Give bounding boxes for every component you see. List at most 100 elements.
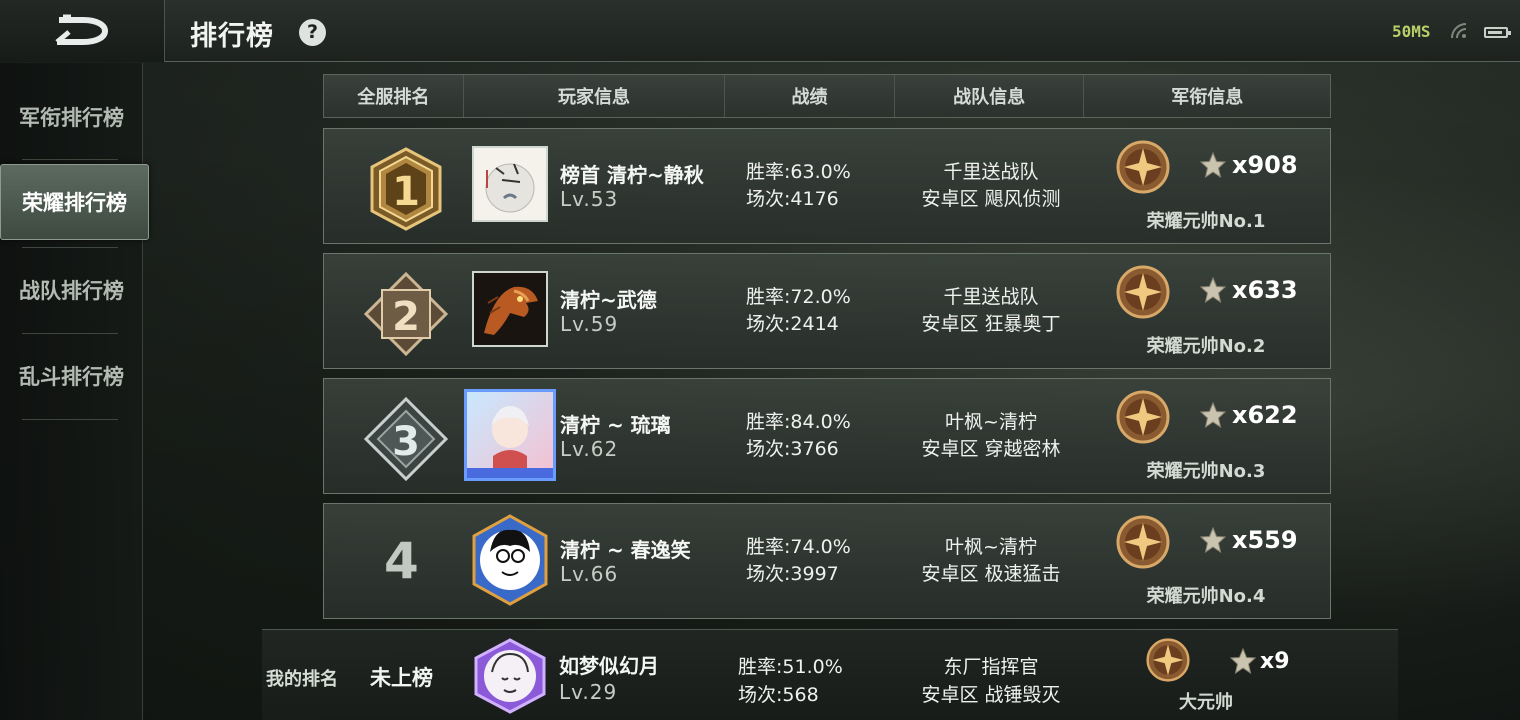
my-rank-value: 未上榜 [370,666,433,690]
my-rank-row: 我的排名 未上榜 如梦似幻月 Lv.29 胜率:51.0% 场次:568 东厂指… [262,629,1398,720]
my-games-count: 场次:568 [738,684,819,706]
military-emblem-icon [1146,638,1190,682]
team-name[interactable]: 叶枫~清柠 [894,532,1088,559]
table-row[interactable]: 2 清柠~武德 Lv.59 胜率:72.0% 场次:2414 千里送战队 安卓区… [323,253,1331,369]
divider [22,247,118,248]
ping-readout: 50MS [1392,22,1431,41]
star-count-value: x908 [1232,151,1298,179]
player-name: 清柠 ~ 琉璃 [560,413,671,437]
military-emblem-icon [1116,140,1170,194]
military-emblem-icon [1116,515,1170,569]
team-name[interactable]: 千里送战队 [894,157,1088,184]
star-icon [1200,527,1226,553]
help-button[interactable]: ? [299,19,326,46]
sidebar-item-rank[interactable]: 军衔排行榜 [0,79,143,155]
win-rate: 胜率:84.0% [746,411,851,433]
col-header-military: 军衔信息 [1171,87,1244,108]
avatar-anime-icon [467,406,553,478]
star-count: x633 [1200,276,1298,304]
my-rank-label: 我的排名 [266,669,338,690]
divider [22,333,118,334]
star-count-value: x633 [1232,276,1298,304]
star-icon [1200,152,1226,178]
avatar[interactable] [464,389,556,481]
avatar[interactable] [472,271,548,347]
battery-icon [1484,27,1511,38]
svg-text:3: 3 [392,419,420,465]
military-title: 荣耀元帅No.2 [1146,336,1266,357]
sidebar-item-team[interactable]: 战队排行榜 [0,252,143,328]
team-region: 安卓区 狂暴奥丁 [921,313,1061,335]
avatar[interactable] [472,638,548,714]
player-name: 清柠 ~ 春逸笑 [560,538,691,562]
team-region: 安卓区 飓风侦测 [921,188,1061,210]
svg-text:1: 1 [392,169,420,215]
win-rate: 胜率:74.0% [746,536,851,558]
my-team-name[interactable]: 东厂指挥官 [894,652,1088,679]
team-name[interactable]: 千里送战队 [894,282,1088,309]
sidebar: 军衔排行榜 荣耀排行榜 战队排行榜 乱斗排行榜 [0,63,149,720]
rank-3-silver-badge-icon: 3 [364,397,448,481]
player-name: 清柠~武德 [560,288,657,312]
table-header: 全服排名 玩家信息 战绩 战队信息 军衔信息 [323,74,1331,118]
games-count: 场次:3997 [746,563,839,585]
military-emblem-icon [1116,390,1170,444]
player-name: 榜首 清柠~静秋 [560,163,704,187]
games-count: 场次:3766 [746,438,839,460]
avatar[interactable] [472,146,548,222]
star-count: x622 [1200,401,1298,429]
games-count: 场次:4176 [746,188,839,210]
table-row[interactable]: 4 清柠 ~ 春逸笑 Lv.66 胜率:74.0% 场次:3997 叶枫~清柠 … [323,503,1331,619]
star-icon [1200,402,1226,428]
star-icon [1200,277,1226,303]
avatar-dragon-icon [484,286,538,335]
player-level: Lv.66 [560,562,619,586]
team-name[interactable]: 叶枫~清柠 [894,407,1088,434]
col-header-player: 玩家信息 [464,75,726,117]
star-count: x559 [1200,526,1298,554]
rank-1-gold-badge-icon: 1 [370,147,442,231]
team-region: 安卓区 穿越密林 [921,438,1061,460]
rank-number: 4 [384,532,419,590]
military-title: 荣耀元帅No.4 [1146,586,1266,607]
divider [22,159,118,160]
team-region: 安卓区 极速猛击 [921,563,1061,585]
avatar[interactable] [468,514,552,606]
avatar-cartoon-icon [472,514,548,606]
signal-icon [1451,23,1467,39]
my-win-rate: 胜率:51.0% [738,656,843,678]
star-icon [1230,648,1256,674]
player-level: Lv.62 [560,437,619,461]
rank-2-bronze-badge-icon: 2 [364,272,448,356]
my-star-count-value: x9 [1260,648,1290,674]
table-row[interactable]: 3 清柠 ~ 琉璃 Lv.62 胜率:84.0% 场次:3766 叶枫~清柠 安… [323,378,1331,494]
my-team-region: 安卓区 战锤毁灭 [921,684,1061,706]
player-level: Lv.53 [560,187,619,211]
sidebar-item-glory[interactable]: 荣耀排行榜 [0,164,149,240]
col-header-rank: 全服排名 [324,75,464,117]
table-row[interactable]: 1 榜首 清柠~静秋 Lv.53 胜率:63.0% 场次:4176 千里送战队 … [323,128,1331,244]
win-rate: 胜率:72.0% [746,286,851,308]
my-player-level: Lv.29 [559,680,618,704]
military-emblem-icon [1116,265,1170,319]
back-arrow-icon [55,14,108,45]
divider [22,419,118,420]
star-count-value: x622 [1232,401,1298,429]
page-title: 排行榜 [190,21,274,52]
col-header-team: 战队信息 [895,75,1085,117]
star-count-value: x559 [1232,526,1298,554]
avatar-calligraphy-icon [485,163,535,213]
military-title: 荣耀元帅No.1 [1146,211,1266,232]
sidebar-item-brawl[interactable]: 乱斗排行榜 [0,338,143,414]
player-level: Lv.59 [560,312,619,336]
games-count: 场次:2414 [746,313,839,335]
back-button[interactable] [0,0,165,62]
svg-text:2: 2 [392,294,420,340]
military-title: 荣耀元帅No.3 [1146,461,1266,482]
top-bar: 排行榜 ? 50MS [0,0,1520,62]
star-count: x908 [1200,151,1298,179]
my-player-name: 如梦似幻月 [559,654,659,678]
win-rate: 胜率:63.0% [746,161,851,183]
my-star-count: x9 [1230,648,1290,674]
col-header-record: 战绩 [725,75,895,117]
